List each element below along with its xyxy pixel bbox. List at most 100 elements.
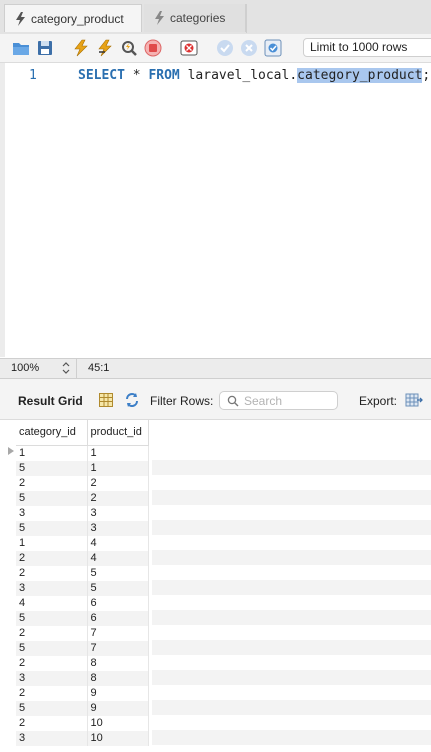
table-cell[interactable]: 10 [87,715,149,731]
table-cell[interactable]: 5 [16,640,88,656]
table-row[interactable]: 59 [5,700,149,716]
table-row[interactable]: 35 [5,580,149,596]
table-cell[interactable]: 3 [16,505,88,521]
table-cell[interactable]: 2 [87,490,149,506]
limit-rows-select[interactable]: Limit to 1000 rows [303,38,431,57]
table-row[interactable]: 46 [5,595,149,611]
table-row[interactable]: 33 [5,505,149,521]
rollback-icon[interactable] [240,39,258,57]
table-cell[interactable]: 3 [16,670,88,686]
row-marker-cell [5,520,16,536]
table-row[interactable]: 25 [5,565,149,581]
table-row[interactable]: 56 [5,610,149,626]
table-cell[interactable]: 8 [87,670,149,686]
grid-view-icon[interactable] [98,392,114,408]
table-cell[interactable]: 4 [16,595,88,611]
row-stripe [152,730,431,745]
stop-icon[interactable] [144,39,162,57]
table-row[interactable]: 51 [5,460,149,476]
table-cell[interactable]: 5 [87,565,149,581]
table-cell[interactable]: 2 [16,565,88,581]
table-cell[interactable]: 2 [16,475,88,491]
table-cell[interactable]: 4 [87,535,149,551]
table-cell[interactable]: 5 [16,610,88,626]
tab-label: category_product [31,11,124,26]
table-cell[interactable]: 3 [16,730,88,746]
autocommit-icon[interactable] [264,39,282,57]
table-cell[interactable]: 8 [87,655,149,671]
table-row[interactable]: 53 [5,520,149,536]
table-row[interactable]: 14 [5,535,149,551]
execute-icon[interactable] [72,39,90,57]
table-cell[interactable]: 1 [87,460,149,476]
lightning-icon [16,11,25,26]
refresh-icon[interactable] [124,392,140,408]
table-row[interactable]: 3 10 [5,730,149,746]
result-grid-label[interactable]: Result Grid [18,394,83,408]
table-cell[interactable]: 5 [16,460,88,476]
table-cell[interactable]: 10 [87,730,149,746]
commit-icon[interactable] [216,39,234,57]
table-row[interactable]: 27 [5,625,149,641]
export-icon[interactable] [405,391,423,409]
table-row[interactable]: 29 [5,685,149,701]
table-cell[interactable]: 5 [16,700,88,716]
table-row[interactable]: 38 [5,670,149,686]
row-marker-cell [5,700,16,716]
table-row[interactable]: 52 [5,490,149,506]
result-table: category_id product_id 11512252335314242… [5,420,149,746]
open-folder-icon[interactable] [12,39,30,57]
row-marker-cell [5,550,16,566]
save-icon[interactable] [36,39,54,57]
row-marker-cell [5,670,16,686]
table-row[interactable]: 24 [5,550,149,566]
table-cell[interactable]: 2 [16,625,88,641]
sql-query-line[interactable]: SELECT * FROM laravel_local.category_pro… [78,68,430,83]
table-cell[interactable]: 2 [16,715,88,731]
table-cell[interactable]: 5 [87,580,149,596]
table-cell[interactable]: 2 [87,475,149,491]
table-cell[interactable]: 7 [87,640,149,656]
search-input[interactable] [244,393,334,408]
line-number: 1 [29,68,37,83]
toggle-error-icon[interactable] [180,39,198,57]
tab-categories[interactable]: categories [144,4,246,32]
column-header[interactable]: category_id [16,420,88,446]
execute-current-icon[interactable] [96,39,114,57]
result-grid[interactable]: category_id product_id 11512252335314242… [0,420,431,752]
table-cell[interactable]: 3 [87,520,149,536]
row-marker-cell [5,580,16,596]
lightning-icon [155,11,164,25]
table-cell[interactable]: 6 [87,595,149,611]
table-cell[interactable]: 5 [16,490,88,506]
zoom-stepper-icon[interactable] [61,361,71,375]
search-icon [227,395,239,407]
zoom-level[interactable]: 100% [11,362,39,374]
table-row[interactable]: 2 10 [5,715,149,731]
table-row[interactable]: 28 [5,655,149,671]
table-cell[interactable]: 4 [87,550,149,566]
current-row-arrow-icon [8,447,14,456]
table-row[interactable]: 57 [5,640,149,656]
table-cell[interactable]: 2 [16,655,88,671]
table-row[interactable]: 22 [5,475,149,491]
tab-category-product[interactable]: category_product [4,4,142,32]
table-row[interactable]: 11 [5,445,149,461]
table-cell[interactable]: 1 [16,535,88,551]
table-cell[interactable]: 2 [16,550,88,566]
table-cell[interactable]: 2 [16,685,88,701]
column-header[interactable]: product_id [87,420,149,446]
table-cell[interactable]: 5 [16,520,88,536]
cursor-position: 45:1 [88,362,110,374]
table-cell[interactable]: 7 [87,625,149,641]
explain-icon[interactable] [120,39,138,57]
table-cell[interactable]: 6 [87,610,149,626]
table-cell[interactable]: 3 [16,580,88,596]
sql-editor[interactable]: 1 SELECT * FROM laravel_local.category_p… [0,63,431,357]
table-cell[interactable]: 1 [87,445,149,461]
table-cell[interactable]: 9 [87,700,149,716]
table-cell[interactable]: 3 [87,505,149,521]
table-cell[interactable]: 1 [16,445,88,461]
table-cell[interactable]: 9 [87,685,149,701]
filter-search-box[interactable] [219,391,338,410]
